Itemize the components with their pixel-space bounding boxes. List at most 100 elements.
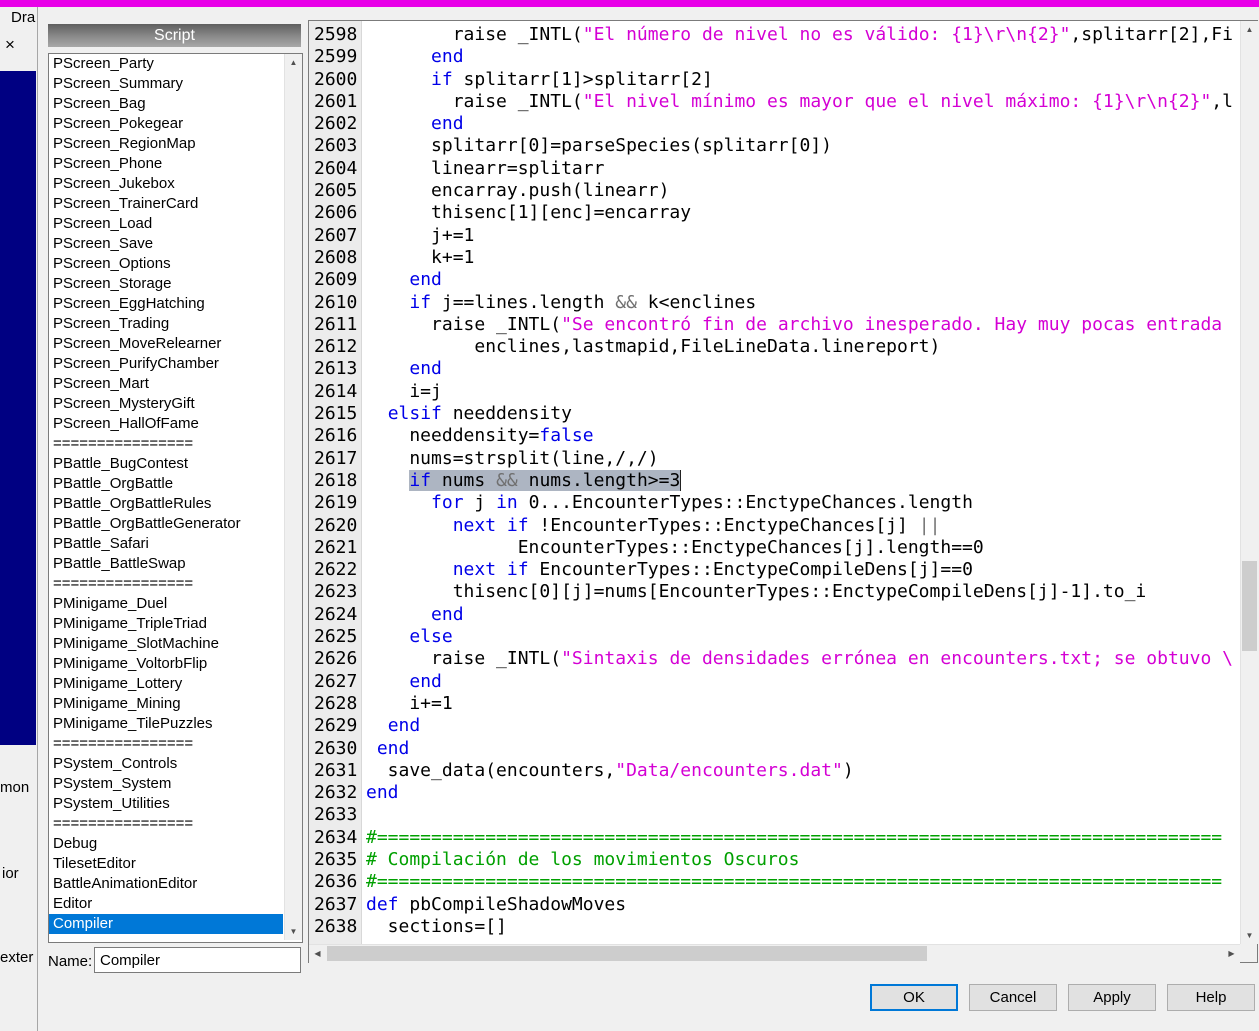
script-list-item[interactable]: PMinigame_Duel	[49, 594, 283, 614]
code-line[interactable]: 2603 splitarr[0]=parseSpecies(splitarr[0…	[309, 135, 1240, 157]
scrollbar-thumb[interactable]	[327, 946, 927, 961]
script-list-item[interactable]: PScreen_Load	[49, 214, 283, 234]
code-line[interactable]: 2607 j+=1	[309, 225, 1240, 247]
script-list-item[interactable]: PScreen_Party	[49, 54, 283, 74]
code-editor[interactable]: 2598 raise _INTL("El número de nivel no …	[308, 20, 1258, 963]
script-list-item[interactable]: Compiler	[49, 914, 283, 934]
script-list-item[interactable]: PMinigame_SlotMachine	[49, 634, 283, 654]
code-line[interactable]: 2604 linearr=splitarr	[309, 158, 1240, 180]
ok-button[interactable]: OK	[870, 984, 958, 1011]
script-listbox[interactable]: PScreen_PartyPScreen_SummaryPScreen_BagP…	[48, 53, 303, 943]
script-list-item[interactable]: PScreen_HallOfFame	[49, 414, 283, 434]
script-list-item[interactable]: PScreen_MysteryGift	[49, 394, 283, 414]
code-line[interactable]: 2638 sections=[]	[309, 916, 1240, 938]
code-line[interactable]: 2599 end	[309, 46, 1240, 68]
code-line[interactable]: 2601 raise _INTL("El nivel mínimo es may…	[309, 91, 1240, 113]
code-line[interactable]: 2616 needdensity=false	[309, 425, 1240, 447]
code-line[interactable]: 2606 thisenc[1][enc]=encarray	[309, 202, 1240, 224]
script-list-item[interactable]: PScreen_Trading	[49, 314, 283, 334]
script-list-item[interactable]: PMinigame_Lottery	[49, 674, 283, 694]
code-line[interactable]: 2625 else	[309, 626, 1240, 648]
script-list-item[interactable]: PScreen_EggHatching	[49, 294, 283, 314]
code-line[interactable]: 2631 save_data(encounters,"Data/encounte…	[309, 760, 1240, 782]
help-button[interactable]: Help	[1167, 984, 1255, 1011]
script-list-item[interactable]: PSystem_Controls	[49, 754, 283, 774]
script-list-item[interactable]: PSystem_System	[49, 774, 283, 794]
code-line[interactable]: 2618 if nums && nums.length>=3	[309, 470, 1240, 492]
script-list-item[interactable]: PMinigame_Mining	[49, 694, 283, 714]
script-list-item[interactable]: ================	[49, 734, 283, 754]
code-line[interactable]: 2623 thisenc[0][j]=nums[EncounterTypes::…	[309, 581, 1240, 603]
script-list[interactable]: PScreen_PartyPScreen_SummaryPScreen_BagP…	[49, 54, 283, 940]
script-list-item[interactable]: ================	[49, 434, 283, 454]
code-line[interactable]: 2634#===================================…	[309, 827, 1240, 849]
script-list-item[interactable]: PMinigame_TilePuzzles	[49, 714, 283, 734]
code-line[interactable]: 2617 nums=strsplit(line,/,/)	[309, 448, 1240, 470]
code-line[interactable]: 2598 raise _INTL("El número de nivel no …	[309, 24, 1240, 46]
code-line[interactable]: 2624 end	[309, 604, 1240, 626]
close-icon[interactable]: ×	[5, 35, 15, 55]
script-list-item[interactable]: PScreen_Options	[49, 254, 283, 274]
script-list-item[interactable]: PScreen_Phone	[49, 154, 283, 174]
code-line[interactable]: 2602 end	[309, 113, 1240, 135]
code-line[interactable]: 2636#===================================…	[309, 871, 1240, 893]
code-line[interactable]: 2632end	[309, 782, 1240, 804]
script-list-item[interactable]: PBattle_Safari	[49, 534, 283, 554]
scrollbar-thumb[interactable]	[1242, 561, 1257, 651]
code-line[interactable]: 2609 end	[309, 269, 1240, 291]
code-line[interactable]: 2626 raise _INTL("Sintaxis de densidades…	[309, 648, 1240, 670]
code-line[interactable]: 2612 enclines,lastmapid,FileLineData.lin…	[309, 336, 1240, 358]
cancel-button[interactable]: Cancel	[969, 984, 1057, 1011]
script-list-item[interactable]: Debug	[49, 834, 283, 854]
code-line[interactable]: 2608 k+=1	[309, 247, 1240, 269]
code-line[interactable]: 2628 i+=1	[309, 693, 1240, 715]
script-list-item[interactable]: Editor	[49, 894, 283, 914]
script-list-item[interactable]: PMinigame_TripleTriad	[49, 614, 283, 634]
script-list-item[interactable]: PScreen_Save	[49, 234, 283, 254]
code-line[interactable]: 2614 i=j	[309, 381, 1240, 403]
code-lines[interactable]: 2598 raise _INTL("El número de nivel no …	[309, 24, 1240, 944]
script-name-input[interactable]	[94, 947, 301, 973]
script-list-item[interactable]: PMinigame_VoltorbFlip	[49, 654, 283, 674]
scroll-right-button[interactable]: ▶	[1223, 945, 1240, 962]
apply-button[interactable]: Apply	[1068, 984, 1156, 1011]
script-list-scrollbar[interactable]: ▲ ▼	[284, 54, 302, 940]
editor-horizontal-scrollbar[interactable]: ◀ ▶	[309, 944, 1240, 963]
code-line[interactable]: 2611 raise _INTL("Se encontró fin de arc…	[309, 314, 1240, 336]
script-list-item[interactable]: PBattle_OrgBattle	[49, 474, 283, 494]
code-line[interactable]: 2613 end	[309, 358, 1240, 380]
code-line[interactable]: 2621 EncounterTypes::EnctypeChances[j].l…	[309, 537, 1240, 559]
script-list-item[interactable]: BattleAnimationEditor	[49, 874, 283, 894]
code-line[interactable]: 2637def pbCompileShadowMoves	[309, 894, 1240, 916]
scroll-down-button[interactable]: ▼	[1241, 927, 1258, 944]
scroll-up-button[interactable]: ▲	[285, 54, 302, 71]
code-line[interactable]: 2610 if j==lines.length && k<enclines	[309, 292, 1240, 314]
script-list-item[interactable]: PScreen_MoveRelearner	[49, 334, 283, 354]
code-line[interactable]: 2627 end	[309, 671, 1240, 693]
code-line[interactable]: 2620 next if !EncounterTypes::EnctypeCha…	[309, 515, 1240, 537]
code-line[interactable]: 2622 next if EncounterTypes::EnctypeComp…	[309, 559, 1240, 581]
code-line[interactable]: 2605 encarray.push(linearr)	[309, 180, 1240, 202]
scroll-left-button[interactable]: ◀	[309, 945, 326, 962]
script-list-item[interactable]: PBattle_OrgBattleRules	[49, 494, 283, 514]
editor-vertical-scrollbar[interactable]: ▲ ▼	[1240, 21, 1258, 944]
script-list-item[interactable]: PScreen_Storage	[49, 274, 283, 294]
script-list-item[interactable]: PScreen_PurifyChamber	[49, 354, 283, 374]
script-list-item[interactable]: PScreen_RegionMap	[49, 134, 283, 154]
script-list-item[interactable]: ================	[49, 814, 283, 834]
script-list-item[interactable]: PBattle_BugContest	[49, 454, 283, 474]
code-line[interactable]: 2615 elsif needdensity	[309, 403, 1240, 425]
script-list-item[interactable]: PScreen_Jukebox	[49, 174, 283, 194]
code-line[interactable]: 2600 if splitarr[1]>splitarr[2]	[309, 69, 1240, 91]
script-list-item[interactable]: PBattle_OrgBattleGenerator	[49, 514, 283, 534]
code-line[interactable]: 2633	[309, 804, 1240, 826]
script-list-item[interactable]: PScreen_Bag	[49, 94, 283, 114]
script-list-item[interactable]: PScreen_Mart	[49, 374, 283, 394]
scroll-down-button[interactable]: ▼	[285, 923, 302, 940]
script-list-item[interactable]: ================	[49, 574, 283, 594]
script-list-item[interactable]: PScreen_Summary	[49, 74, 283, 94]
code-line[interactable]: 2629 end	[309, 715, 1240, 737]
script-list-item[interactable]: PScreen_TrainerCard	[49, 194, 283, 214]
script-list-item[interactable]: PScreen_Pokegear	[49, 114, 283, 134]
code-line[interactable]: 2630 end	[309, 738, 1240, 760]
